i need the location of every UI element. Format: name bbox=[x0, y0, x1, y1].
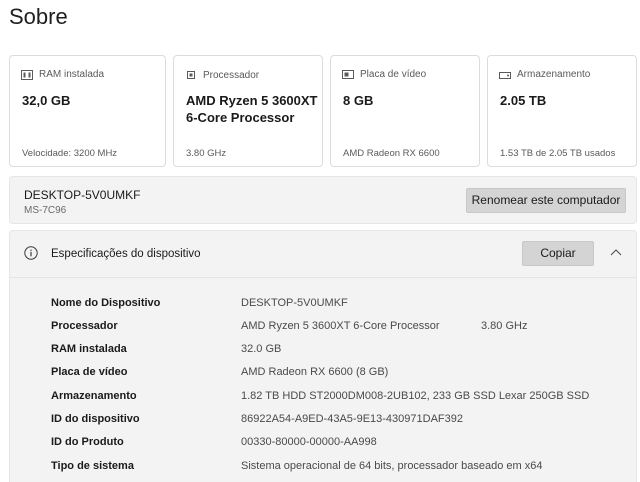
card-header: Processador bbox=[185, 69, 259, 81]
card-header: Armazenamento bbox=[499, 69, 590, 80]
device-specs-panel: Especificações do dispositivo Copiar Nom… bbox=[9, 230, 637, 482]
chevron-up-icon[interactable] bbox=[610, 248, 622, 256]
spec-key: Nome do Dispositivo bbox=[51, 297, 161, 309]
spec-value: AMD Ryzen 5 3600XT 6-Core Processor bbox=[241, 320, 440, 332]
card-subtext: Velocidade: 3200 MHz bbox=[22, 148, 118, 159]
spec-key: Armazenamento bbox=[51, 390, 137, 402]
card-ram: RAM instalada 32,0 GB Velocidade: 3200 M… bbox=[9, 55, 166, 167]
card-header: RAM instalada bbox=[21, 69, 104, 80]
processor-icon bbox=[187, 71, 195, 79]
spec-value: 86922A54-A9ED-43A5-9E13-430971DAF392 bbox=[241, 413, 463, 425]
card-storage: Armazenamento 2.05 TB 1.53 TB de 2.05 TB… bbox=[487, 55, 637, 167]
page-title: Sobre bbox=[9, 4, 68, 29]
info-icon bbox=[24, 246, 38, 260]
card-value: 2.05 TB bbox=[500, 93, 547, 108]
summary-cards: RAM instalada 32,0 GB Velocidade: 3200 M… bbox=[9, 55, 637, 169]
spec-row: Tipo de sistema Sistema operacional de 6… bbox=[51, 460, 631, 478]
spec-row: Nome do Dispositivo DESKTOP-5V0UMKF bbox=[51, 297, 631, 315]
card-value-line2: 6-Core Processor bbox=[186, 110, 295, 125]
spec-extra: 3.80 GHz bbox=[481, 320, 528, 332]
card-label: RAM instalada bbox=[39, 69, 105, 80]
spec-row: Armazenamento 1.82 TB HDD ST2000DM008-2U… bbox=[51, 390, 631, 408]
spec-row: ID do Produto 00330-80000-00000-AA998 bbox=[51, 436, 631, 454]
ram-icon bbox=[21, 69, 33, 80]
rename-computer-button[interactable]: Renomear este computador bbox=[466, 188, 626, 213]
gpu-icon bbox=[342, 69, 354, 79]
spec-key: ID do dispositivo bbox=[51, 413, 140, 425]
spec-value: 1.82 TB HDD ST2000DM008-2UB102, 233 GB S… bbox=[241, 390, 590, 402]
device-specs-header[interactable]: Especificações do dispositivo Copiar bbox=[10, 231, 636, 278]
spec-key: Placa de vídeo bbox=[51, 366, 128, 378]
device-model: MS-7C96 bbox=[24, 205, 67, 216]
spec-value: 00330-80000-00000-AA998 bbox=[241, 436, 377, 448]
card-label: Processador bbox=[203, 69, 260, 81]
spec-value: AMD Radeon RX 6600 (8 GB) bbox=[241, 366, 389, 378]
card-value: AMD Ryzen 5 3600XT 6-Core Processor bbox=[186, 92, 318, 126]
storage-icon bbox=[499, 71, 511, 79]
spec-key: RAM instalada bbox=[51, 343, 127, 355]
spec-value: DESKTOP-5V0UMKF bbox=[241, 297, 348, 309]
spec-row: RAM instalada 32.0 GB bbox=[51, 343, 631, 361]
card-label: Armazenamento bbox=[517, 69, 591, 80]
card-processor: Processador AMD Ryzen 5 3600XT 6-Core Pr… bbox=[173, 55, 323, 167]
spec-key: ID do Produto bbox=[51, 436, 124, 448]
spec-value: Sistema operacional de 64 bits, processa… bbox=[241, 460, 543, 472]
device-specs-title: Especificações do dispositivo bbox=[51, 248, 201, 260]
card-header: Placa de vídeo bbox=[342, 69, 426, 80]
spec-value: 32.0 GB bbox=[241, 343, 282, 355]
spec-row: Processador AMD Ryzen 5 3600XT 6-Core Pr… bbox=[51, 320, 631, 338]
device-name-panel: DESKTOP-5V0UMKF MS-7C96 Renomear este co… bbox=[9, 176, 637, 224]
spec-row: ID do dispositivo 86922A54-A9ED-43A5-9E1… bbox=[51, 413, 631, 431]
card-value: 8 GB bbox=[343, 93, 374, 108]
card-label: Placa de vídeo bbox=[360, 69, 427, 80]
card-subtext: 1.53 TB de 2.05 TB usados bbox=[500, 148, 616, 159]
spec-row: Placa de vídeo AMD Radeon RX 6600 (8 GB) bbox=[51, 366, 631, 384]
card-value: 32,0 GB bbox=[22, 93, 71, 108]
card-subtext: 3.80 GHz bbox=[186, 148, 227, 159]
card-value-line1: AMD Ryzen 5 3600XT bbox=[186, 93, 318, 108]
spec-key: Processador bbox=[51, 320, 118, 332]
card-gpu: Placa de vídeo 8 GB AMD Radeon RX 6600 bbox=[330, 55, 480, 167]
device-name: DESKTOP-5V0UMKF bbox=[24, 188, 141, 202]
spec-key: Tipo de sistema bbox=[51, 460, 134, 472]
card-subtext: AMD Radeon RX 6600 bbox=[343, 148, 440, 159]
copy-button[interactable]: Copiar bbox=[522, 241, 594, 266]
